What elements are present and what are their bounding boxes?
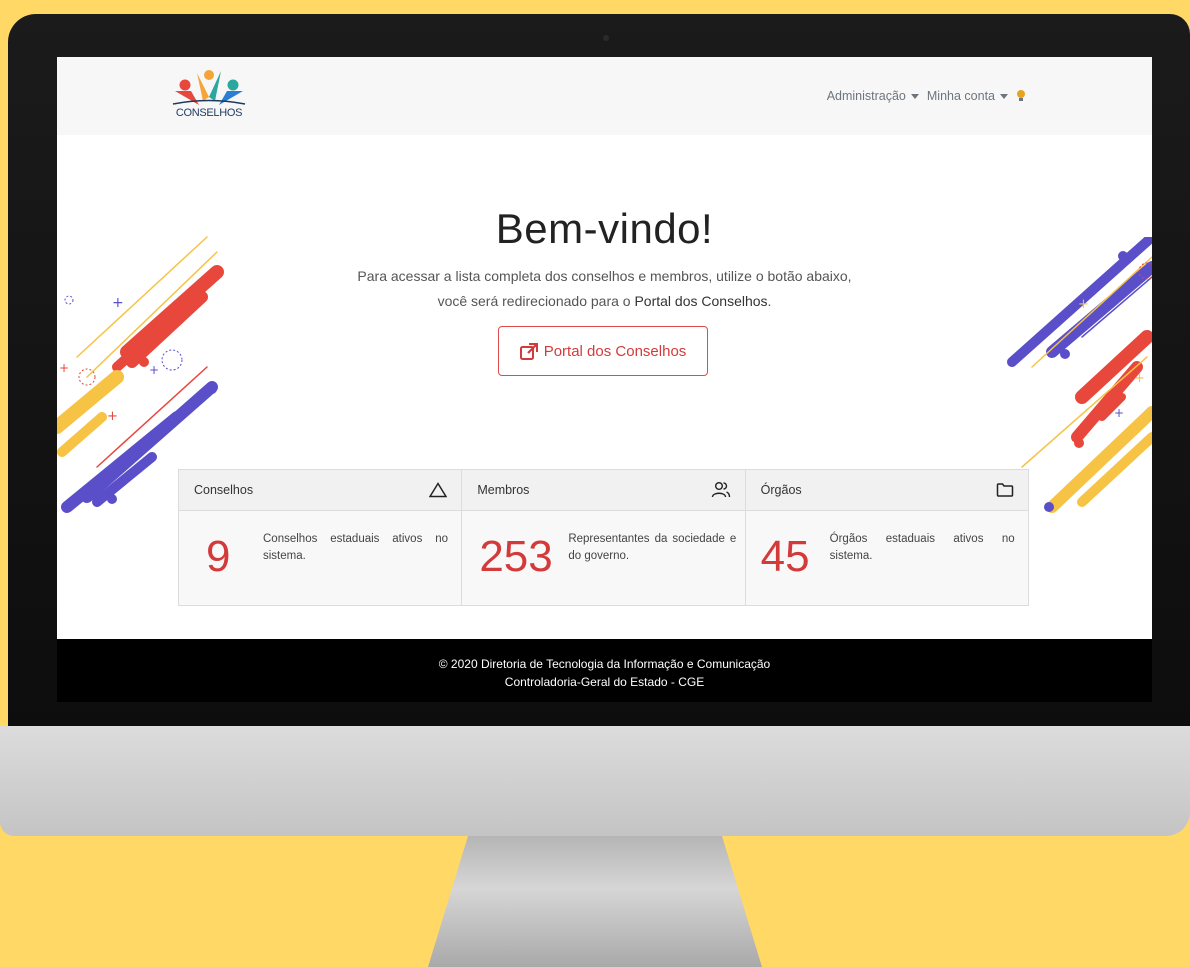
card-orgaos: Órgãos 45 Órgãos estaduais ativos no sis…	[745, 470, 1028, 607]
lightbulb-icon[interactable]	[1016, 89, 1026, 103]
footer-copyright: © 2020 Diretoria de Tecnologia da Inform…	[438, 657, 771, 671]
card-header: Conselhos	[179, 470, 462, 511]
card-body: 253 Representantes da sociedade e do gov…	[462, 511, 744, 607]
card-membros: Membros 253 Representantes da sociedade …	[462, 470, 746, 607]
folder-icon	[996, 483, 1014, 497]
portal-dos-conselhos-button[interactable]: Portal dos Conselhos	[498, 326, 708, 376]
nav-item-administracao[interactable]: Administração	[827, 89, 919, 103]
monitor-chin	[0, 726, 1190, 836]
footer-organization: Controladoria-Geral do Estado - CGE	[504, 675, 705, 689]
logo[interactable]: CONSELHOS	[169, 67, 259, 122]
svg-text:+: +	[1114, 406, 1124, 420]
card-title: Órgãos	[760, 483, 802, 497]
portal-name-text: Portal dos Conselhos	[634, 293, 768, 309]
welcome-heading: Bem-vindo!	[495, 205, 714, 252]
logo-icon	[172, 70, 246, 105]
svg-text:+: +	[1134, 371, 1145, 386]
stats-cards: Conselhos 9 Conselhos estaduais ativos n…	[178, 469, 1029, 606]
nav-item-label: Minha conta	[926, 89, 995, 103]
hero-text: .	[767, 293, 772, 309]
card-header: Membros	[462, 470, 745, 511]
hero-description-line-2: você será redirecionado para o Portal do…	[57, 293, 1152, 309]
card-body: 45 Órgãos estaduais ativos no sistema.	[746, 511, 1028, 607]
users-icon	[711, 482, 730, 498]
card-title: Conselhos	[194, 483, 254, 497]
browser-screen: CONSELHOS Administração Minha conta + + …	[57, 57, 1152, 702]
triangle-icon	[429, 482, 448, 498]
card-body: 9 Conselhos estaduais ativos no sistema.	[179, 511, 461, 607]
card-conselhos: Conselhos 9 Conselhos estaduais ativos n…	[179, 470, 463, 607]
svg-text:+: +	[107, 409, 118, 424]
logo-text: CONSELHOS	[175, 107, 243, 119]
svg-text:+: +	[149, 363, 159, 377]
card-description: Representantes da sociedade e do governo…	[568, 533, 737, 562]
card-description: Órgãos estaduais ativos no sistema.	[829, 533, 1015, 562]
portal-button-label: Portal dos Conselhos	[543, 342, 687, 360]
camera	[603, 35, 609, 41]
card-header: Órgãos	[745, 470, 1028, 511]
caret-down-icon	[910, 93, 919, 99]
external-link-icon	[519, 342, 538, 360]
card-value: 253	[479, 532, 553, 581]
svg-text:+: +	[59, 361, 69, 375]
card-value: 45	[760, 532, 810, 581]
footer: © 2020 Diretoria de Tecnologia da Inform…	[57, 639, 1152, 702]
hero-description-line-1: Para acessar a lista completa dos consel…	[357, 268, 852, 284]
monitor-stand	[0, 836, 1190, 967]
svg-text:+: +	[1116, 379, 1126, 393]
card-description: Conselhos estaduais ativos no sistema.	[263, 533, 448, 562]
caret-down-icon	[1000, 93, 1008, 99]
card-title: Membros	[477, 483, 530, 497]
card-value: 9	[206, 532, 231, 581]
nav-menu: Administração Minha conta	[827, 89, 1026, 103]
nav-item-label: Administração	[826, 89, 906, 103]
nav-item-minha-conta[interactable]: Minha conta	[927, 89, 1008, 103]
navbar: CONSELHOS Administração Minha conta	[57, 57, 1152, 135]
hero-text: você será redirecionado para o	[437, 293, 635, 309]
